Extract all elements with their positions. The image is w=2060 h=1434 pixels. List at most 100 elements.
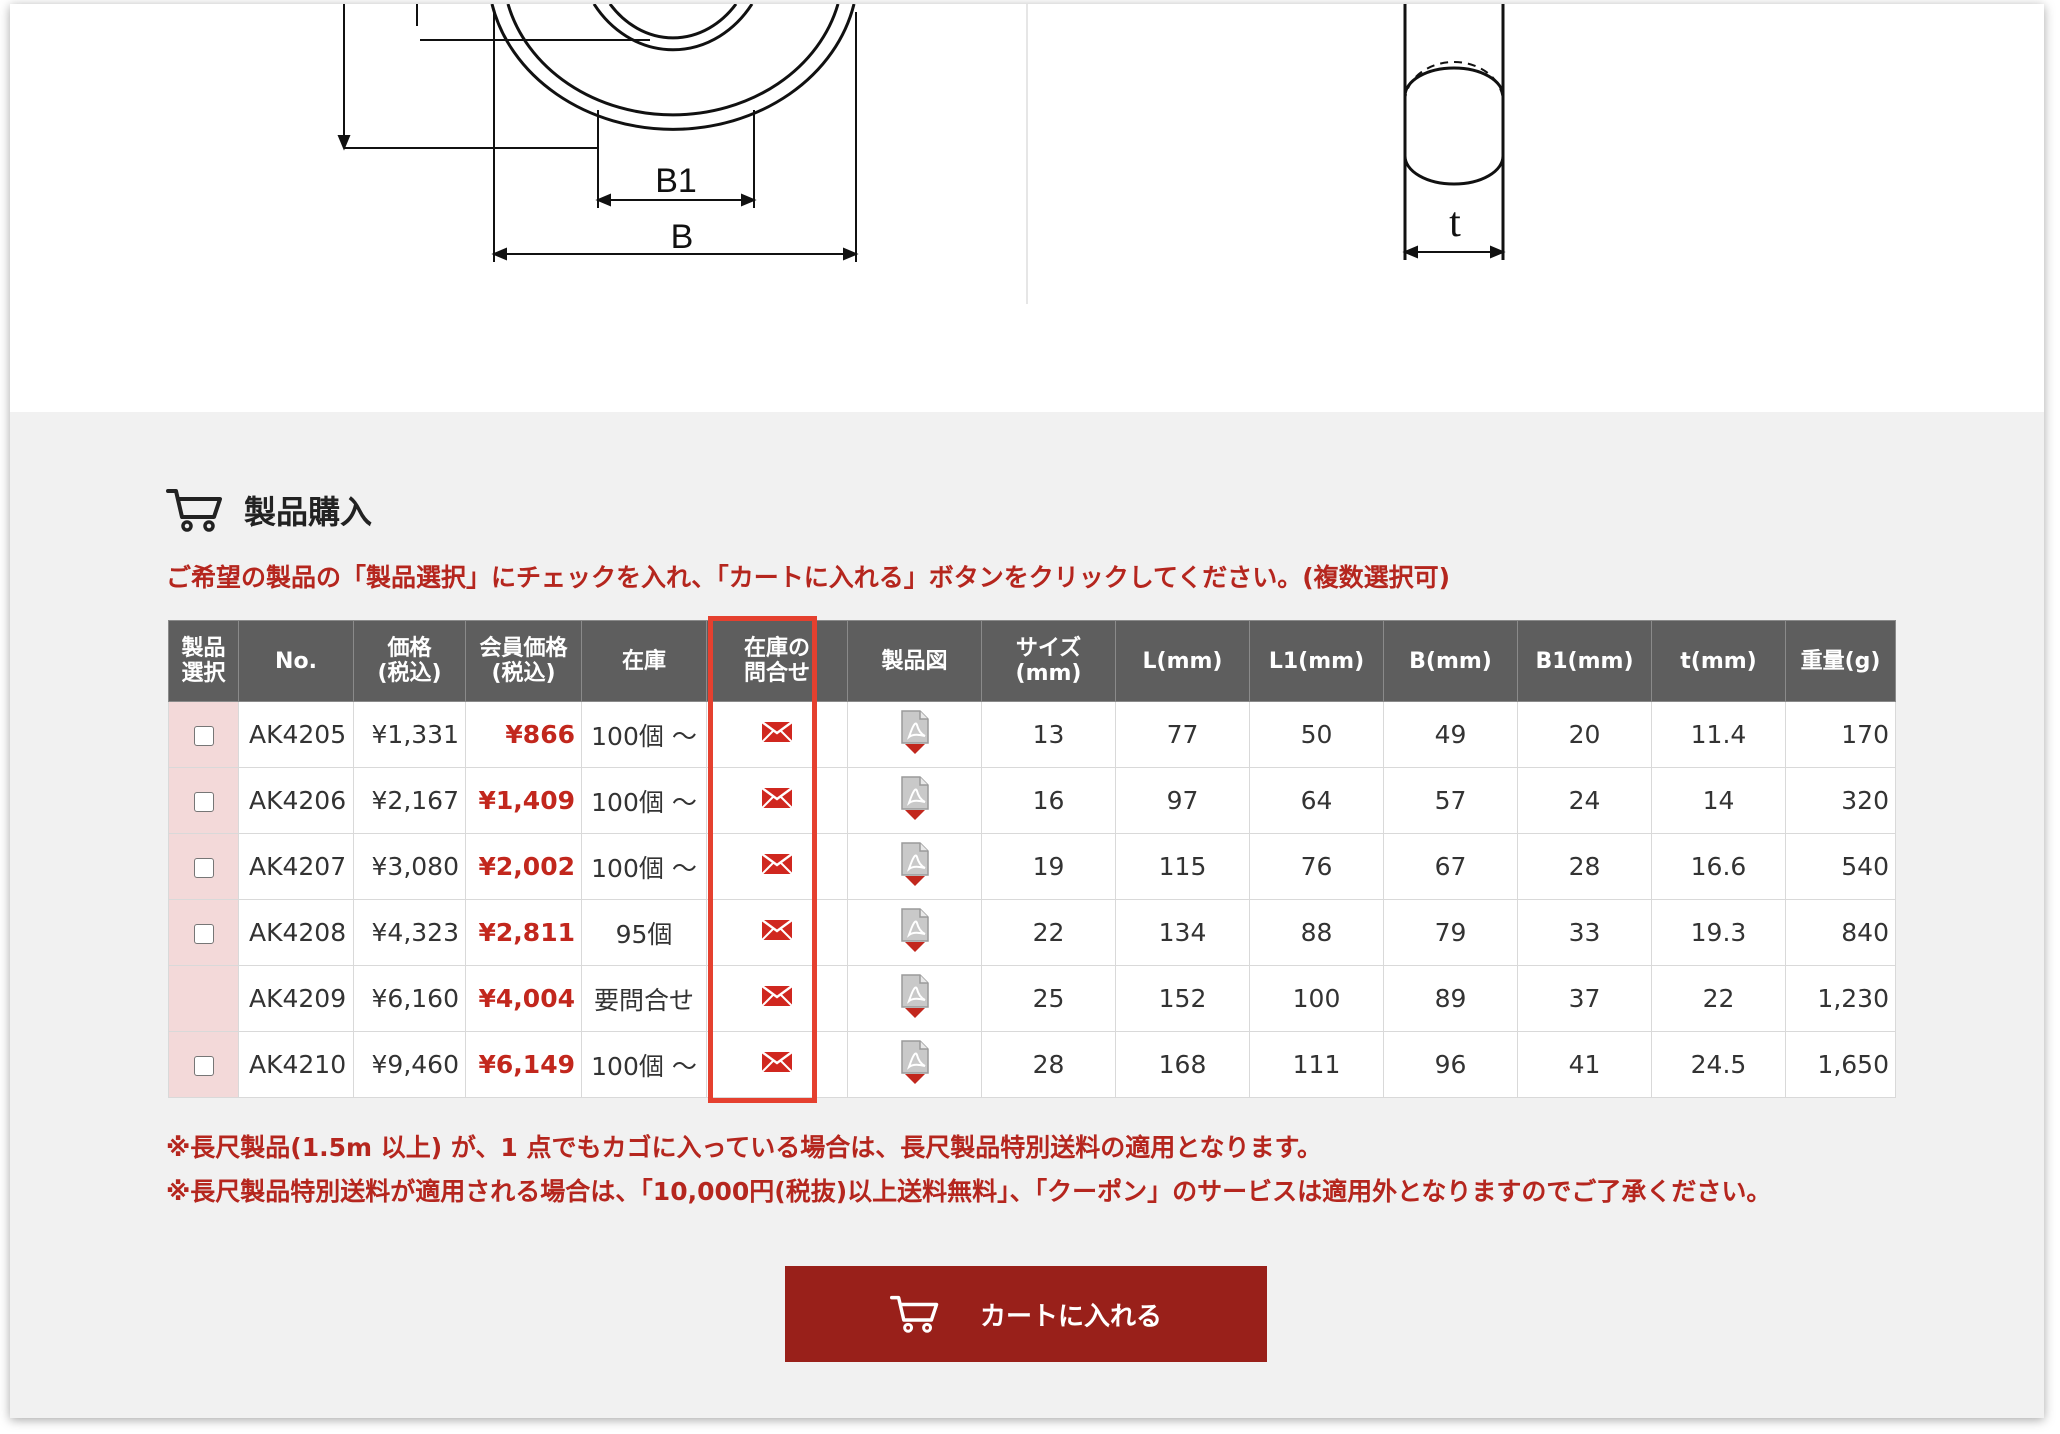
column-header-drawing: 製品図 — [847, 620, 982, 702]
product-select-cell — [168, 1031, 239, 1098]
label-b: B — [671, 218, 694, 256]
l1-value: 100 — [1249, 965, 1384, 1032]
weight-value: 170 — [1785, 701, 1896, 768]
product-select-checkbox[interactable] — [193, 924, 214, 944]
product-table-wrapper: 製品 選択 No. 価格 (税込) 会員価格 (税込) 在庫 在庫の 問合せ 製品図 サイズ (mm) L… — [168, 616, 1896, 1103]
stock-inquiry-cell — [706, 899, 848, 966]
product-select-cell — [168, 833, 239, 900]
b-value: 79 — [1383, 899, 1518, 966]
column-header-l1: L1(mm) — [1249, 620, 1384, 702]
stock-inquiry-cell — [706, 1031, 848, 1098]
mail-icon[interactable] — [761, 720, 793, 749]
t-value: 24.5 — [1651, 1031, 1786, 1098]
t-value: 14 — [1651, 767, 1786, 834]
column-header-stock-inquiry: 在庫の 問合せ — [706, 620, 848, 702]
b1-value: 37 — [1517, 965, 1652, 1032]
column-header-line1: No. — [275, 648, 317, 674]
column-header-line1: B1(mm) — [1535, 648, 1634, 674]
column-header-line1: 在庫 — [621, 648, 666, 674]
label-t: t — [1449, 200, 1461, 246]
pdf-download-icon[interactable] — [898, 709, 932, 761]
b-value: 49 — [1383, 701, 1518, 768]
note-shipping-exclusion: ※長尺製品特別送料が適用される場合は、「10,000円(税抜)以上送料無料」、「… — [166, 1177, 1772, 1206]
b-value: 57 — [1383, 767, 1518, 834]
column-header-line2: (税込) — [491, 661, 556, 686]
product-select-cell — [168, 767, 239, 834]
column-header-select: 製品 選択 — [168, 620, 239, 702]
product-select-cell — [168, 899, 239, 966]
l1-value: 76 — [1249, 833, 1384, 900]
weight-value: 320 — [1785, 767, 1896, 834]
mail-icon[interactable] — [761, 984, 793, 1013]
column-header-line1: 重量(g) — [1800, 648, 1881, 674]
stock-status: 100個 ～ — [581, 767, 707, 834]
table-row: AK4207 ¥3,080 ¥2,002 100個 ～ 19 115 76 67 28 16.6 5… — [168, 833, 1896, 900]
product-select-checkbox[interactable] — [193, 792, 214, 812]
product-select-checkbox[interactable] — [193, 858, 214, 878]
pdf-download-icon[interactable] — [898, 1039, 932, 1091]
stock-status: 100個 ～ — [581, 833, 707, 900]
size-value: 16 — [981, 767, 1116, 834]
add-to-cart-button[interactable]: カートに入れる — [785, 1266, 1267, 1362]
pdf-download-icon[interactable] — [898, 973, 932, 1025]
member-price: ¥1,409 — [465, 767, 582, 834]
product-select-checkbox[interactable] — [193, 1056, 214, 1076]
column-header-t: t(mm) — [1651, 620, 1786, 702]
price: ¥9,460 — [353, 1031, 466, 1098]
add-to-cart-label: カートに入れる — [979, 1301, 1162, 1332]
mail-icon[interactable] — [761, 786, 793, 815]
b-value: 89 — [1383, 965, 1518, 1032]
pdf-download-icon[interactable] — [898, 907, 932, 959]
page-frame: B1 B t 製品購入 ご希望の製品の「製品選択」にチェックを入れ、「カートに入… — [10, 4, 2044, 1418]
table-row: AK4209 ¥6,160 ¥4,004 要問合せ 25 152 100 89 37 22 1,23… — [168, 965, 1896, 1032]
column-header-weight: 重量(g) — [1785, 620, 1896, 702]
pdf-download-icon[interactable] — [898, 841, 932, 893]
pdf-download-icon[interactable] — [898, 775, 932, 827]
stock-inquiry-cell — [706, 701, 848, 768]
table-row: AK4205 ¥1,331 ¥866 100個 ～ 13 77 50 49 20 11.4 170 — [168, 701, 1896, 768]
product-number: AK4205 — [238, 701, 354, 768]
product-number: AK4208 — [238, 899, 354, 966]
product-select-checkbox[interactable] — [193, 726, 214, 746]
column-header-line2: (税込) — [377, 661, 442, 686]
weight-value: 840 — [1785, 899, 1896, 966]
product-drawing-cell — [847, 1031, 982, 1098]
column-header-price: 価格 (税込) — [353, 620, 466, 702]
stock-inquiry-cell — [706, 833, 848, 900]
product-drawing-cell — [847, 701, 982, 768]
product-number: AK4207 — [238, 833, 354, 900]
t-value: 11.4 — [1651, 701, 1786, 768]
b1-value: 20 — [1517, 701, 1652, 768]
column-header-line1: 会員価格 — [479, 636, 568, 661]
t-value: 16.6 — [1651, 833, 1786, 900]
l-value: 168 — [1115, 1031, 1250, 1098]
section-title: 製品購入 — [244, 493, 373, 531]
table-body: AK4205 ¥1,331 ¥866 100個 ～ 13 77 50 49 20 11.4 170 A… — [168, 701, 1896, 1098]
column-header-line1: B(mm) — [1409, 648, 1492, 674]
l-value: 115 — [1115, 833, 1250, 900]
view-divider — [1026, 4, 1028, 304]
b1-value: 28 — [1517, 833, 1652, 900]
column-header-line1: 価格 — [387, 636, 432, 661]
t-value: 19.3 — [1651, 899, 1786, 966]
instructions-text: ご希望の製品の「製品選択」にチェックを入れ、「カートに入れる」ボタンをクリックし… — [166, 563, 1451, 592]
mail-icon[interactable] — [761, 1050, 793, 1079]
price: ¥4,323 — [353, 899, 466, 966]
weight-value: 1,230 — [1785, 965, 1896, 1032]
column-header-line1: 製品図 — [881, 648, 948, 674]
product-drawing-cell — [847, 833, 982, 900]
label-b1: B1 — [655, 162, 697, 200]
column-header-line1: L(mm) — [1142, 648, 1223, 674]
product-number: AK4206 — [238, 767, 354, 834]
column-header-stock: 在庫 — [581, 620, 707, 702]
weight-value: 1,650 — [1785, 1031, 1896, 1098]
column-header-member-price: 会員価格 (税込) — [465, 620, 582, 702]
mail-icon[interactable] — [761, 852, 793, 881]
cart-icon — [889, 1295, 939, 1333]
column-header-line2: (mm) — [1015, 661, 1082, 686]
product-drawing: B1 B t — [10, 4, 2044, 412]
l1-value: 111 — [1249, 1031, 1384, 1098]
size-value: 22 — [981, 899, 1116, 966]
mail-icon[interactable] — [761, 918, 793, 947]
column-header-no: No. — [238, 620, 354, 702]
